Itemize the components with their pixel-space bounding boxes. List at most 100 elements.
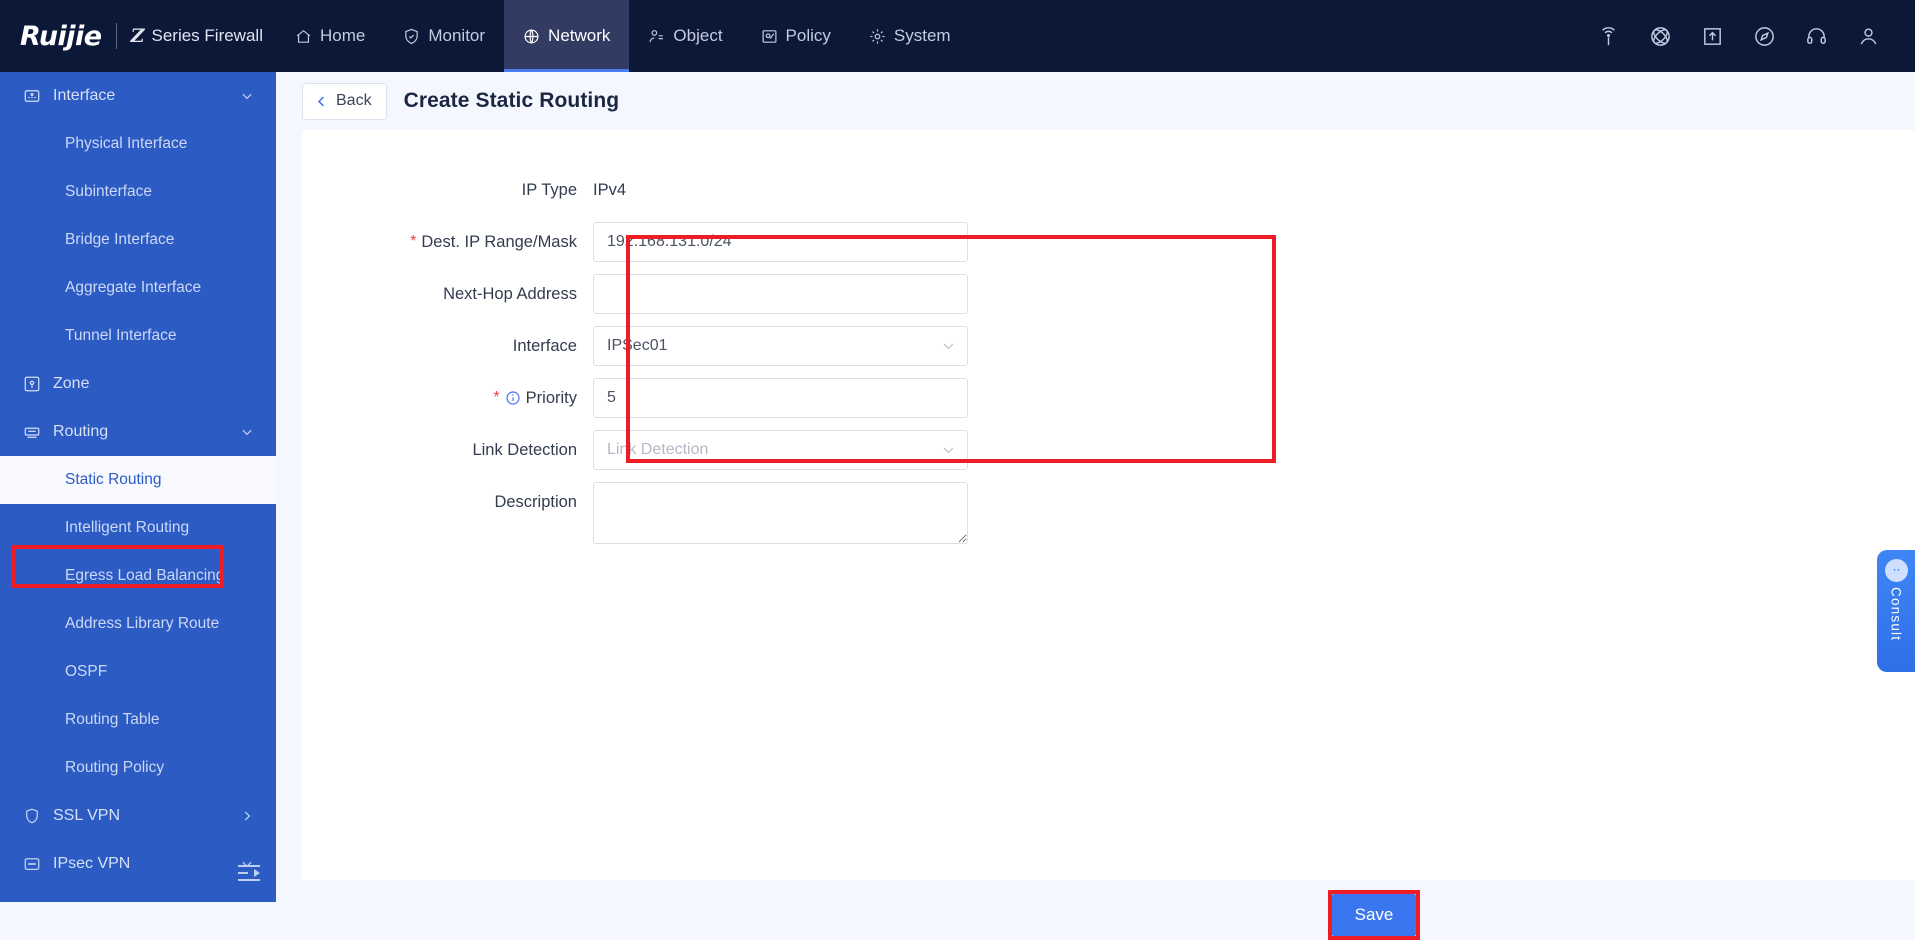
main-nav: Home Monitor Network Object Policy Syste…: [276, 0, 970, 72]
page-title: Create Static Routing: [403, 89, 620, 112]
sidebar-label: Zone: [53, 375, 90, 392]
sidebar-item-routing-table[interactable]: Routing Table: [0, 696, 276, 744]
compass-icon[interactable]: [1747, 19, 1781, 53]
chevron-down-icon: [240, 425, 254, 439]
gear-icon: [869, 28, 886, 45]
dest-ip-label: * Dest. IP Range/Mask: [302, 222, 593, 262]
card-footer-strip: [302, 880, 1915, 902]
nav-label: Policy: [785, 26, 831, 45]
nav-item-policy[interactable]: Policy: [742, 0, 850, 72]
sidebar-item-ospf[interactable]: OSPF: [0, 648, 276, 696]
nav-item-system[interactable]: System: [850, 0, 970, 72]
ip-type-label: IP Type: [521, 181, 577, 199]
product-name: Series Firewall: [151, 26, 263, 45]
required-marker: *: [410, 233, 417, 250]
link-detection-label: Link Detection: [472, 441, 577, 459]
chevron-right-icon: [240, 809, 254, 823]
interface-selected-value: IPSec01: [607, 337, 668, 354]
sidebar-label: SSL VPN: [53, 807, 120, 824]
sidebar-label: Interface: [53, 87, 116, 104]
sidebar-item-static-routing[interactable]: Static Routing: [0, 456, 276, 504]
sidebar-item-tunnel-interface[interactable]: Tunnel Interface: [0, 312, 276, 360]
upload-box-icon[interactable]: [1695, 19, 1729, 53]
back-button[interactable]: Back: [302, 82, 387, 120]
required-marker: *: [493, 389, 500, 406]
interface-label: Interface: [512, 337, 577, 355]
headset-icon[interactable]: [1799, 19, 1833, 53]
user-account-icon[interactable]: [1851, 19, 1885, 53]
next-hop-input[interactable]: [593, 274, 968, 314]
brand-logo-area: Ruijie Z Series Firewall: [0, 0, 276, 72]
page-header: Back Create Static Routing: [276, 72, 1915, 130]
sidebar-item-aggregate-interface[interactable]: Aggregate Interface: [0, 264, 276, 312]
sidebar-group-interface[interactable]: Interface: [0, 72, 276, 120]
nav-label: Monitor: [428, 26, 486, 45]
collapse-sidebar-icon[interactable]: [236, 862, 262, 892]
interface-icon: [22, 86, 42, 106]
person-icon: [648, 28, 665, 45]
nav-item-object[interactable]: Object: [629, 0, 741, 72]
next-hop-label: Next-Hop Address: [443, 285, 577, 303]
brand-divider: [115, 23, 117, 49]
ip-type-value: IPv4: [593, 181, 627, 199]
description-textarea[interactable]: [593, 482, 968, 544]
sidebar-group-ssl-vpn[interactable]: SSL VPN: [0, 792, 276, 840]
field-row-next-hop: Next-Hop Address: [302, 274, 1915, 314]
sidebar-group-zone[interactable]: Zone: [0, 360, 276, 408]
sidebar-group-routing[interactable]: Routing: [0, 408, 276, 456]
z-series-mark: Z: [130, 25, 145, 47]
nav-item-monitor[interactable]: Monitor: [384, 0, 504, 72]
priority-label-text: Priority: [525, 389, 577, 407]
nav-item-home[interactable]: Home: [276, 0, 384, 72]
consult-avatar-icon: [1884, 559, 1908, 582]
nav-item-network[interactable]: Network: [504, 0, 630, 72]
ruijie-logo: Ruijie: [20, 20, 102, 52]
sidebar-group-ipsec-vpn[interactable]: IPsec VPN: [0, 840, 276, 888]
routing-icon: [22, 422, 42, 442]
sidebar-item-egress-load-balancing[interactable]: Egress Load Balancing: [0, 552, 276, 600]
field-row-description: Description: [302, 482, 1915, 544]
static-routing-form: IP Type IPv4 * Dest. IP Range/Mask Next-…: [302, 130, 1915, 544]
save-button-highlight-box: Save: [1328, 890, 1420, 940]
dest-ip-input[interactable]: [593, 222, 968, 262]
consult-tab[interactable]: Consult: [1877, 550, 1915, 672]
shield-icon: [403, 28, 420, 45]
back-label: Back: [336, 92, 372, 109]
main-content: Back Create Static Routing IP Type IPv4 …: [276, 72, 1915, 940]
link-detection-select[interactable]: Link Detection: [593, 430, 968, 470]
sidebar-item-address-library-route[interactable]: Address Library Route: [0, 600, 276, 648]
field-row-interface: Interface IPSec01: [302, 326, 1915, 366]
sidebar-label: Routing: [53, 423, 109, 440]
consult-label: Consult: [1888, 587, 1904, 642]
priority-input[interactable]: [593, 378, 968, 418]
form-card: IP Type IPv4 * Dest. IP Range/Mask Next-…: [302, 130, 1915, 880]
sidebar-item-bridge-interface[interactable]: Bridge Interface: [0, 216, 276, 264]
top-navigation-bar: Ruijie Z Series Firewall Home Monitor Ne…: [0, 0, 1915, 72]
chevron-left-icon: [314, 94, 329, 109]
nav-label: Object: [673, 26, 723, 45]
sidebar-item-intelligent-routing[interactable]: Intelligent Routing: [0, 504, 276, 552]
network-globe-icon[interactable]: [1643, 19, 1677, 53]
chevron-down-icon: [240, 89, 254, 103]
field-row-priority: * Priority: [302, 378, 1915, 418]
field-row-ip-type: IP Type IPv4: [302, 170, 1915, 210]
chevron-down-icon: [941, 339, 956, 354]
wireless-signal-icon[interactable]: [1591, 19, 1625, 53]
chevron-down-icon: [941, 443, 956, 458]
field-row-link-detection: Link Detection Link Detection: [302, 430, 1915, 470]
sidebar-label: IPsec VPN: [53, 855, 131, 872]
zone-icon: [22, 374, 42, 394]
nav-label: Network: [548, 26, 611, 45]
home-icon: [295, 28, 312, 45]
sidebar-item-physical-interface[interactable]: Physical Interface: [0, 120, 276, 168]
policy-icon: [761, 28, 778, 45]
link-detection-placeholder: Link Detection: [607, 441, 709, 458]
sidebar: Interface Physical Interface Subinterfac…: [0, 72, 276, 902]
sidebar-item-subinterface[interactable]: Subinterface: [0, 168, 276, 216]
save-button[interactable]: Save: [1332, 894, 1416, 936]
sidebar-item-routing-policy[interactable]: Routing Policy: [0, 744, 276, 792]
dest-ip-label-text: Dest. IP Range/Mask: [421, 233, 577, 251]
topbar-action-icons: [1591, 19, 1915, 53]
interface-select[interactable]: IPSec01: [593, 326, 968, 366]
info-circle-icon[interactable]: [505, 390, 521, 406]
